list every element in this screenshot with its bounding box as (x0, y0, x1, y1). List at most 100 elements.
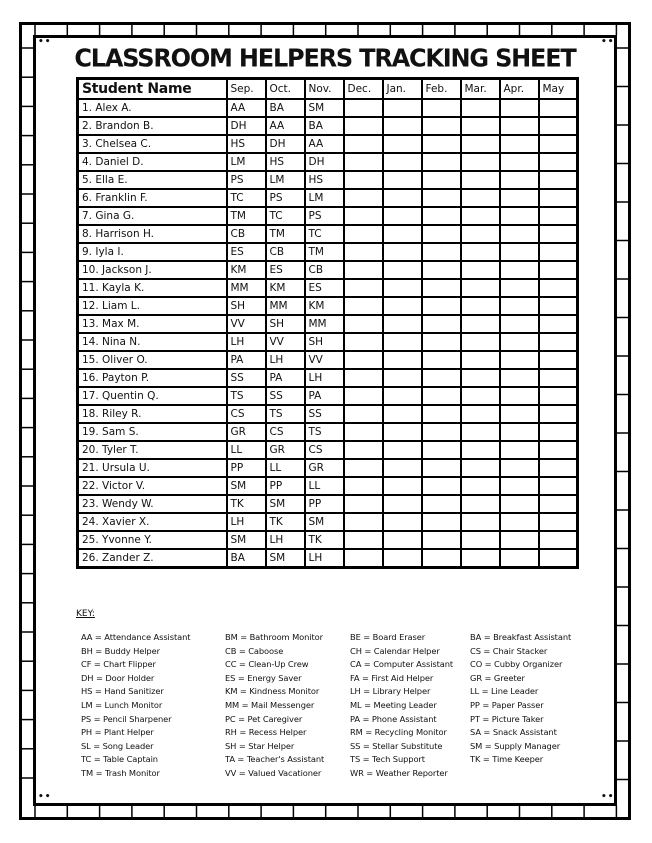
helper-code-cell (459, 260, 501, 280)
helper-code-cell: LL (225, 440, 267, 460)
student-name-cell: 9. Iyla I. (76, 242, 228, 262)
helper-code-cell: CS (225, 404, 267, 424)
helper-code-cell (342, 206, 384, 226)
table-row: 14. Nina N. LH VV SH (76, 332, 579, 352)
student-name-cell: 22. Victor V. (76, 476, 228, 496)
helper-code-cell (498, 440, 540, 460)
table-row: 21. Ursula U. PP LL GR (76, 458, 579, 478)
helper-code-cell (342, 188, 384, 208)
helper-code-cell (537, 386, 579, 406)
helper-code-cell (459, 188, 501, 208)
helper-code-cell (342, 170, 384, 190)
helper-code-cell (537, 404, 579, 424)
helper-code-cell: PA (225, 350, 267, 370)
student-name-cell: 13. Max M. (76, 314, 228, 334)
helper-code-cell: TM (225, 206, 267, 226)
student-name-cell: 3. Chelsea C. (76, 134, 228, 154)
helper-code-cell (498, 116, 540, 136)
key-item: ML = Meeting Leader (350, 699, 437, 710)
helper-code-cell (537, 440, 579, 460)
key-item: TS = Tech Support (350, 754, 425, 765)
helper-code-cell (381, 440, 423, 460)
helper-code-cell (537, 134, 579, 154)
key-item: WR = Weather Reporter (350, 767, 448, 778)
helper-code-cell: SM (303, 98, 345, 118)
helper-code-cell (498, 458, 540, 478)
helper-code-cell: SS (225, 368, 267, 388)
helper-code-cell: PA (303, 386, 345, 406)
key-item: PC = Pet Caregiver (225, 713, 303, 724)
key-item: ES = Energy Saver (225, 672, 302, 683)
helper-code-cell (498, 134, 540, 154)
helper-code-cell: PS (303, 206, 345, 226)
helper-code-cell (459, 512, 501, 532)
helper-code-cell (537, 116, 579, 136)
helper-code-cell (498, 188, 540, 208)
helper-code-cell (537, 98, 579, 118)
helper-code-cell (420, 206, 462, 226)
key-item: CS = Chair Stacker (470, 645, 548, 656)
helper-code-cell (420, 224, 462, 244)
table-row: 17. Quentin Q. TS SS PA (76, 386, 579, 406)
helper-code-cell (342, 386, 384, 406)
helper-code-cell (537, 260, 579, 280)
helper-code-cell (381, 278, 423, 298)
helper-code-cell (537, 332, 579, 352)
helper-code-cell (342, 404, 384, 424)
student-name-cell: 16. Payton P. (76, 368, 228, 388)
key-item: VV = Valued Vacationer (225, 767, 322, 778)
helper-code-cell (537, 242, 579, 262)
key-column-3: BE = Board Eraser CH = Calendar Helper CA … (350, 631, 453, 781)
helper-code-cell (420, 404, 462, 424)
table-row: 23. Wendy W. TK SM PP (76, 494, 579, 514)
helper-code-cell (420, 278, 462, 298)
helper-code-cell (537, 530, 579, 550)
helper-code-cell: PA (264, 368, 306, 388)
helper-code-cell: SM (225, 530, 267, 550)
helper-code-cell (342, 224, 384, 244)
helper-code-cell (459, 494, 501, 514)
student-name-cell: 7. Gina G. (76, 206, 228, 226)
helper-code-cell (498, 494, 540, 514)
helper-code-cell: LH (264, 530, 306, 550)
table-row: 9. Iyla I. ES CB TM (76, 242, 579, 262)
helper-code-cell: KM (225, 260, 267, 280)
key-item: SH = Star Helper (225, 740, 295, 751)
helper-code-cell: LL (264, 458, 306, 478)
helper-code-cell (459, 476, 501, 496)
helper-code-cell (420, 260, 462, 280)
helper-code-cell: SH (303, 332, 345, 352)
student-name-cell: 4. Daniel D. (76, 152, 228, 172)
helper-code-cell (459, 116, 501, 136)
table-row: 8. Harrison H. CB TM TC (76, 224, 579, 244)
helper-code-cell (342, 242, 384, 262)
key-item: PH = Plant Helper (81, 727, 154, 738)
helper-code-cell (459, 242, 501, 262)
helper-code-cell: PP (303, 494, 345, 514)
helper-code-cell (459, 332, 501, 352)
student-name-cell: 26. Zander Z. (76, 548, 228, 569)
helper-code-cell: TM (264, 224, 306, 244)
student-name-cell: 23. Wendy W. (76, 494, 228, 514)
helper-code-cell: TK (264, 512, 306, 532)
helper-code-cell (381, 224, 423, 244)
helper-code-cell (459, 386, 501, 406)
helper-code-cell (342, 440, 384, 460)
helper-code-cell (381, 188, 423, 208)
table-row: 19. Sam S. GR CS TS (76, 422, 579, 442)
key-item: SL = Song Leader (81, 740, 154, 751)
key-item: TC = Table Captain (81, 754, 158, 765)
helper-code-cell (420, 440, 462, 460)
student-name-cell: 21. Ursula U. (76, 458, 228, 478)
helper-code-cell (498, 314, 540, 334)
helper-code-cell (381, 206, 423, 226)
helper-code-cell (420, 530, 462, 550)
helper-code-cell (537, 476, 579, 496)
helper-code-cell (498, 224, 540, 244)
key-item: BA = Breakfast Assistant (470, 632, 572, 642)
helper-code-cell (498, 368, 540, 388)
table-row: 13. Max M. VV SH MM (76, 314, 579, 334)
student-name-cell: 25. Yvonne Y. (76, 530, 228, 550)
helper-code-cell (420, 494, 462, 514)
student-name-cell: 6. Franklin F. (76, 188, 228, 208)
